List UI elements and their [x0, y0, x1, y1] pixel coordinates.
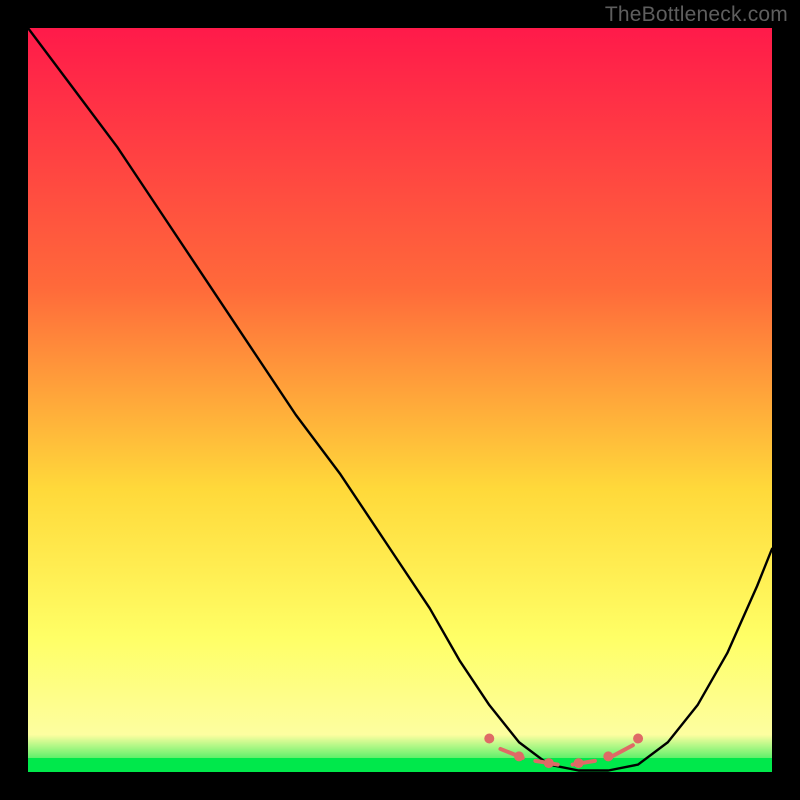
marker-dot: [514, 751, 524, 761]
marker-dot: [633, 734, 643, 744]
marker-dot: [484, 734, 494, 744]
bottleneck-curve-plot: [28, 28, 772, 772]
chart-stage: TheBottleneck.com: [0, 0, 800, 800]
watermark-label: TheBottleneck.com: [605, 3, 788, 27]
marker-dot: [574, 758, 584, 768]
gradient-background: [28, 28, 772, 772]
green-baseline-strip: [28, 758, 772, 772]
marker-dot: [544, 758, 554, 768]
marker-dot: [603, 751, 613, 761]
